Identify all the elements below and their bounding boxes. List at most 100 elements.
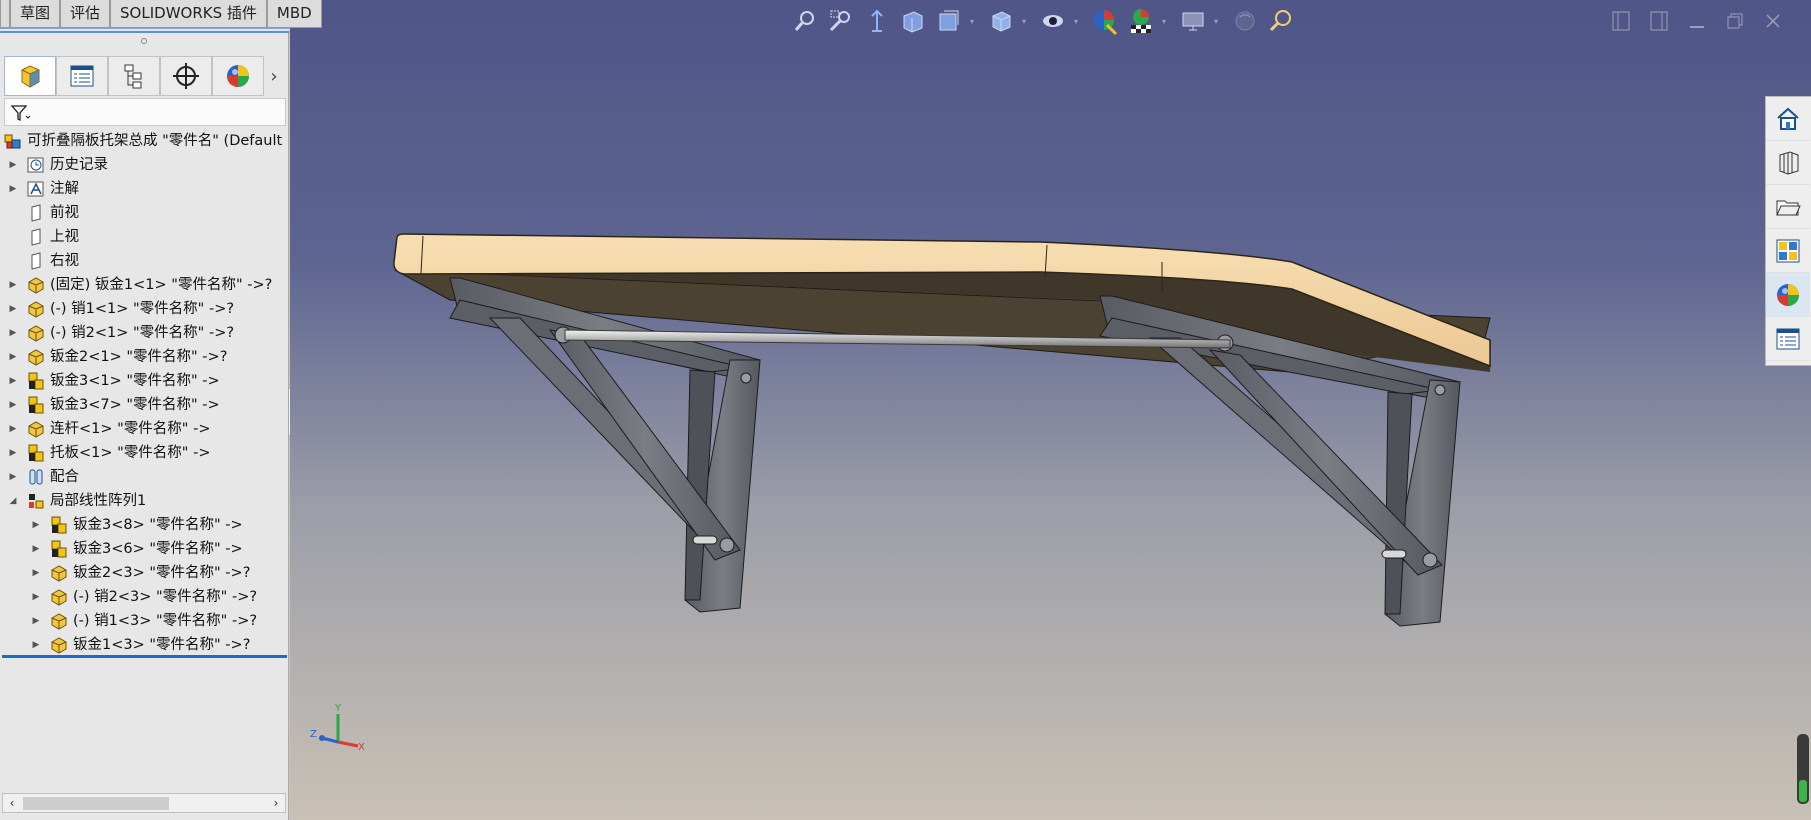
- tree-item[interactable]: 上视: [0, 225, 289, 249]
- tree-item[interactable]: ▶ (-) 销2<3> "零件名称" ->?: [0, 585, 289, 609]
- restore-button[interactable]: [1721, 8, 1749, 34]
- section-view-button[interactable]: [898, 6, 928, 36]
- dropdown-arrow-icon[interactable]: ▾: [1022, 17, 1030, 26]
- edit-appearance-button[interactable]: [1090, 6, 1120, 36]
- tree-item[interactable]: ▶ 钣金2<1> "零件名称" ->?: [0, 345, 289, 369]
- expand-arrow-icon[interactable]: ▶: [8, 441, 18, 465]
- tree-item[interactable]: ▶ 钣金3<1> "零件名称" ->: [0, 369, 289, 393]
- property-manager-tab[interactable]: [56, 56, 108, 96]
- tree-horizontal-scrollbar[interactable]: ‹ ›: [2, 793, 286, 813]
- command-manager-tabs: 草图 评估 SOLIDWORKS 插件 MBD: [0, 0, 336, 28]
- expand-arrow-icon[interactable]: ▶: [8, 417, 18, 441]
- apply-scene-button[interactable]: [1126, 6, 1156, 36]
- property-manager-icon: [70, 65, 94, 87]
- view-settings-icon: [1182, 12, 1204, 31]
- view-palette-tab[interactable]: [1766, 229, 1810, 273]
- manager-more-button[interactable]: ›: [264, 56, 284, 96]
- expand-arrow-icon[interactable]: ▶: [8, 273, 18, 297]
- zoom-to-fit-button[interactable]: [790, 6, 820, 36]
- tree-item[interactable]: 右视: [0, 249, 289, 273]
- file-explorer-tab[interactable]: [1766, 185, 1810, 229]
- tab-solidworks-addins[interactable]: SOLIDWORKS 插件: [110, 0, 267, 28]
- folding-shelf-bracket-model[interactable]: [290, 0, 1811, 820]
- scrollbar-thumb[interactable]: [23, 797, 169, 810]
- expand-arrow-icon[interactable]: ▶: [8, 297, 18, 321]
- view-settings-button[interactable]: [1178, 6, 1208, 36]
- expand-arrow-icon[interactable]: ▶: [8, 153, 18, 177]
- zoom-slider[interactable]: [1797, 734, 1809, 804]
- tree-item-label: 钣金1<3> "零件名称" ->?: [73, 637, 251, 653]
- dropdown-arrow-icon[interactable]: ▾: [1074, 17, 1082, 26]
- tree-item[interactable]: 前视: [0, 201, 289, 225]
- design-library-tab[interactable]: [1766, 141, 1810, 185]
- display-style-button[interactable]: [1038, 6, 1068, 36]
- dropdown-arrow-icon[interactable]: ▾: [970, 17, 978, 26]
- annotation-icon: [27, 180, 45, 198]
- view-orientation-button[interactable]: [986, 6, 1016, 36]
- expand-arrow-icon[interactable]: ▶: [8, 369, 18, 393]
- realview-button[interactable]: [1230, 6, 1260, 36]
- tab-hidden[interactable]: [0, 0, 10, 28]
- rollback-bar[interactable]: [2, 655, 287, 658]
- tree-item[interactable]: ▶ (-) 销1<1> "零件名称" ->?: [0, 297, 289, 321]
- appearances-scenes-tab[interactable]: [1766, 273, 1810, 317]
- tile-left-button[interactable]: [1607, 8, 1635, 34]
- tree-item[interactable]: ▶ 注解: [0, 177, 289, 201]
- custom-properties-tab[interactable]: [1766, 317, 1810, 361]
- expand-arrow-icon[interactable]: ▶: [31, 609, 41, 633]
- measure-zoom-button[interactable]: [1266, 6, 1296, 36]
- display-manager-tab[interactable]: [212, 56, 264, 96]
- tree-item[interactable]: ▶ 托板<1> "零件名称" ->: [0, 441, 289, 465]
- tree-item[interactable]: ▶ 钣金3<8> "零件名称" ->: [0, 513, 289, 537]
- expand-arrow-icon[interactable]: ▶: [8, 393, 18, 417]
- dropdown-arrow-icon[interactable]: ▾: [1214, 17, 1222, 26]
- tab-sketch[interactable]: 草图: [10, 0, 61, 28]
- tree-item[interactable]: ◢ 局部线性阵列1: [0, 489, 289, 513]
- dimxpert-manager-tab[interactable]: [160, 56, 212, 96]
- subassembly-icon: [27, 444, 45, 462]
- tree-item[interactable]: ▶ 历史记录: [0, 153, 289, 177]
- scroll-left-icon[interactable]: ‹: [4, 794, 20, 812]
- dynamic-annotation-view-button[interactable]: [934, 6, 964, 36]
- subassembly-icon: [27, 372, 45, 390]
- feature-manager-tab[interactable]: [4, 56, 56, 96]
- tile-right-icon: [1650, 11, 1668, 31]
- panel-grip-icon[interactable]: [141, 38, 147, 44]
- tab-mbd[interactable]: MBD: [266, 0, 322, 28]
- collapse-arrow-icon[interactable]: ◢: [8, 489, 18, 513]
- solidworks-resources-tab[interactable]: [1766, 97, 1810, 141]
- expand-arrow-icon[interactable]: ▶: [31, 561, 41, 585]
- expand-arrow-icon[interactable]: ▶: [8, 345, 18, 369]
- tree-item[interactable]: ▶ 配合: [0, 465, 289, 489]
- expand-arrow-icon[interactable]: ▶: [31, 537, 41, 561]
- expand-arrow-icon[interactable]: ▶: [8, 465, 18, 489]
- expand-arrow-icon[interactable]: ▶: [8, 321, 18, 345]
- tree-item[interactable]: ▶ (-) 销2<1> "零件名称" ->?: [0, 321, 289, 345]
- tree-root-assembly[interactable]: 可折叠隔板托架总成 "零件名" (Default: [0, 129, 289, 153]
- tree-item[interactable]: ▶ (-) 销1<3> "零件名称" ->?: [0, 609, 289, 633]
- tree-item[interactable]: ▶ 连杆<1> "零件名称" ->: [0, 417, 289, 441]
- minimize-icon: [1690, 26, 1704, 28]
- tree-item[interactable]: ▶ 钣金3<6> "零件名称" ->: [0, 537, 289, 561]
- expand-arrow-icon[interactable]: ▶: [31, 513, 41, 537]
- graphics-area[interactable]: ▾ ▾ ▾ ▾ ▾ Y X Z: [290, 0, 1811, 820]
- tree-filter[interactable]: [4, 98, 286, 126]
- zoom-to-area-button[interactable]: [826, 6, 856, 36]
- close-button[interactable]: [1759, 8, 1787, 34]
- expand-arrow-icon[interactable]: ▶: [8, 177, 18, 201]
- tile-right-button[interactable]: [1645, 8, 1673, 34]
- expand-arrow-icon[interactable]: ▶: [31, 585, 41, 609]
- scroll-right-icon[interactable]: ›: [268, 794, 284, 812]
- previous-view-button[interactable]: [862, 6, 892, 36]
- left-bracket[interactable]: [449, 277, 761, 613]
- tree-item[interactable]: ▶ 钣金1<3> "零件名称" ->?: [0, 633, 289, 657]
- tree-item[interactable]: ▶ 钣金2<3> "零件名称" ->?: [0, 561, 289, 585]
- configuration-manager-tab[interactable]: [108, 56, 160, 96]
- realview-icon: [1235, 11, 1255, 31]
- tab-evaluate[interactable]: 评估: [60, 0, 111, 28]
- tree-item[interactable]: ▶ 钣金3<7> "零件名称" ->: [0, 393, 289, 417]
- dropdown-arrow-icon[interactable]: ▾: [1162, 17, 1170, 26]
- minimize-button[interactable]: [1683, 8, 1711, 34]
- tree-item[interactable]: ▶ (固定) 钣金1<1> "零件名称" ->?: [0, 273, 289, 297]
- expand-arrow-icon[interactable]: ▶: [31, 633, 41, 657]
